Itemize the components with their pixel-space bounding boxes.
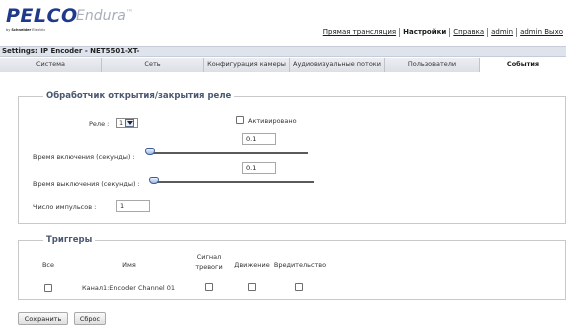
pulse-count-field[interactable]: 1 bbox=[116, 200, 150, 212]
off-time-slider-track[interactable] bbox=[152, 181, 314, 183]
nav-settings-link[interactable]: Настройки bbox=[400, 28, 449, 36]
app-header: PELCO Endura™ by Schneider Electric Прям… bbox=[0, 0, 566, 46]
activated-checkbox[interactable] bbox=[236, 116, 244, 124]
col-header-alarm-line2: тревоги bbox=[195, 263, 223, 271]
pulse-count-label: Число импульсов : bbox=[33, 203, 97, 211]
top-navigation: Прямая трансляция Настройки Справка admi… bbox=[320, 26, 566, 38]
nav-logout-link[interactable]: admin Выхо bbox=[517, 28, 566, 36]
col-header-motion: Движение bbox=[234, 261, 270, 269]
tab-camera-config[interactable]: Конфигурация камеры bbox=[204, 58, 290, 72]
triggers-legend: Триггеры bbox=[43, 235, 96, 245]
settings-tabs: Система Сеть Конфигурация камеры Аудиови… bbox=[0, 58, 566, 72]
chevron-down-icon bbox=[125, 119, 135, 127]
col-header-tamper: Вредительство bbox=[273, 261, 327, 269]
nav-live-view-link[interactable]: Прямая трансляция bbox=[320, 28, 399, 36]
on-time-value-field[interactable]: 0.1 bbox=[242, 133, 276, 145]
col-header-all: Все bbox=[41, 261, 55, 269]
schneider-byline: by Schneider Electric bbox=[6, 28, 45, 32]
off-time-value-field[interactable]: 0.1 bbox=[242, 162, 276, 174]
activated-label: Активировано bbox=[248, 117, 297, 125]
trigger-all-checkbox[interactable] bbox=[44, 284, 52, 292]
trigger-channel-name: Канал1:Encoder Channel 01 bbox=[82, 284, 175, 292]
on-time-label: Время включения (секунды) : bbox=[33, 153, 135, 161]
tab-users[interactable]: Пользователи bbox=[385, 58, 480, 72]
byline-suffix: Electric bbox=[31, 28, 46, 32]
nav-help-link[interactable]: Справка bbox=[450, 28, 487, 36]
nav-user-link[interactable]: admin bbox=[488, 28, 516, 36]
tab-network[interactable]: Сеть bbox=[102, 58, 204, 72]
reset-button[interactable]: Сброс bbox=[74, 312, 106, 325]
col-header-alarm: Сигнал тревоги bbox=[192, 252, 226, 272]
col-header-name: Имя bbox=[122, 261, 136, 269]
endura-logo: Endura™ bbox=[76, 8, 133, 24]
trigger-alarm-checkbox[interactable] bbox=[205, 283, 213, 291]
settings-title-bar: Settings: IP Encoder - NET5501-XT- bbox=[0, 46, 566, 57]
col-header-alarm-line1: Сигнал bbox=[196, 253, 222, 261]
save-button[interactable]: Сохранить bbox=[18, 312, 68, 325]
relay-select[interactable]: 1 bbox=[116, 118, 138, 128]
relay-select-value: 1 bbox=[119, 119, 124, 127]
trigger-motion-checkbox[interactable] bbox=[248, 283, 256, 291]
tab-system[interactable]: Система bbox=[0, 58, 102, 72]
pelco-logo: PELCO bbox=[6, 5, 78, 27]
on-time-slider-track[interactable] bbox=[148, 152, 308, 154]
trigger-tamper-checkbox[interactable] bbox=[295, 283, 303, 291]
relay-handler-legend: Обработчик открытия/закрытия реле bbox=[43, 91, 235, 101]
off-time-label: Время выключения (секунды) : bbox=[33, 180, 140, 188]
endura-product-name: Endura bbox=[76, 8, 126, 24]
trademark-mark: ™ bbox=[125, 8, 133, 17]
tab-events[interactable]: События bbox=[480, 58, 566, 72]
relay-label: Реле : bbox=[89, 120, 110, 128]
tab-av-streams[interactable]: Аудиовизуальные потоки bbox=[290, 58, 385, 72]
byline-company: Schneider bbox=[11, 28, 32, 32]
